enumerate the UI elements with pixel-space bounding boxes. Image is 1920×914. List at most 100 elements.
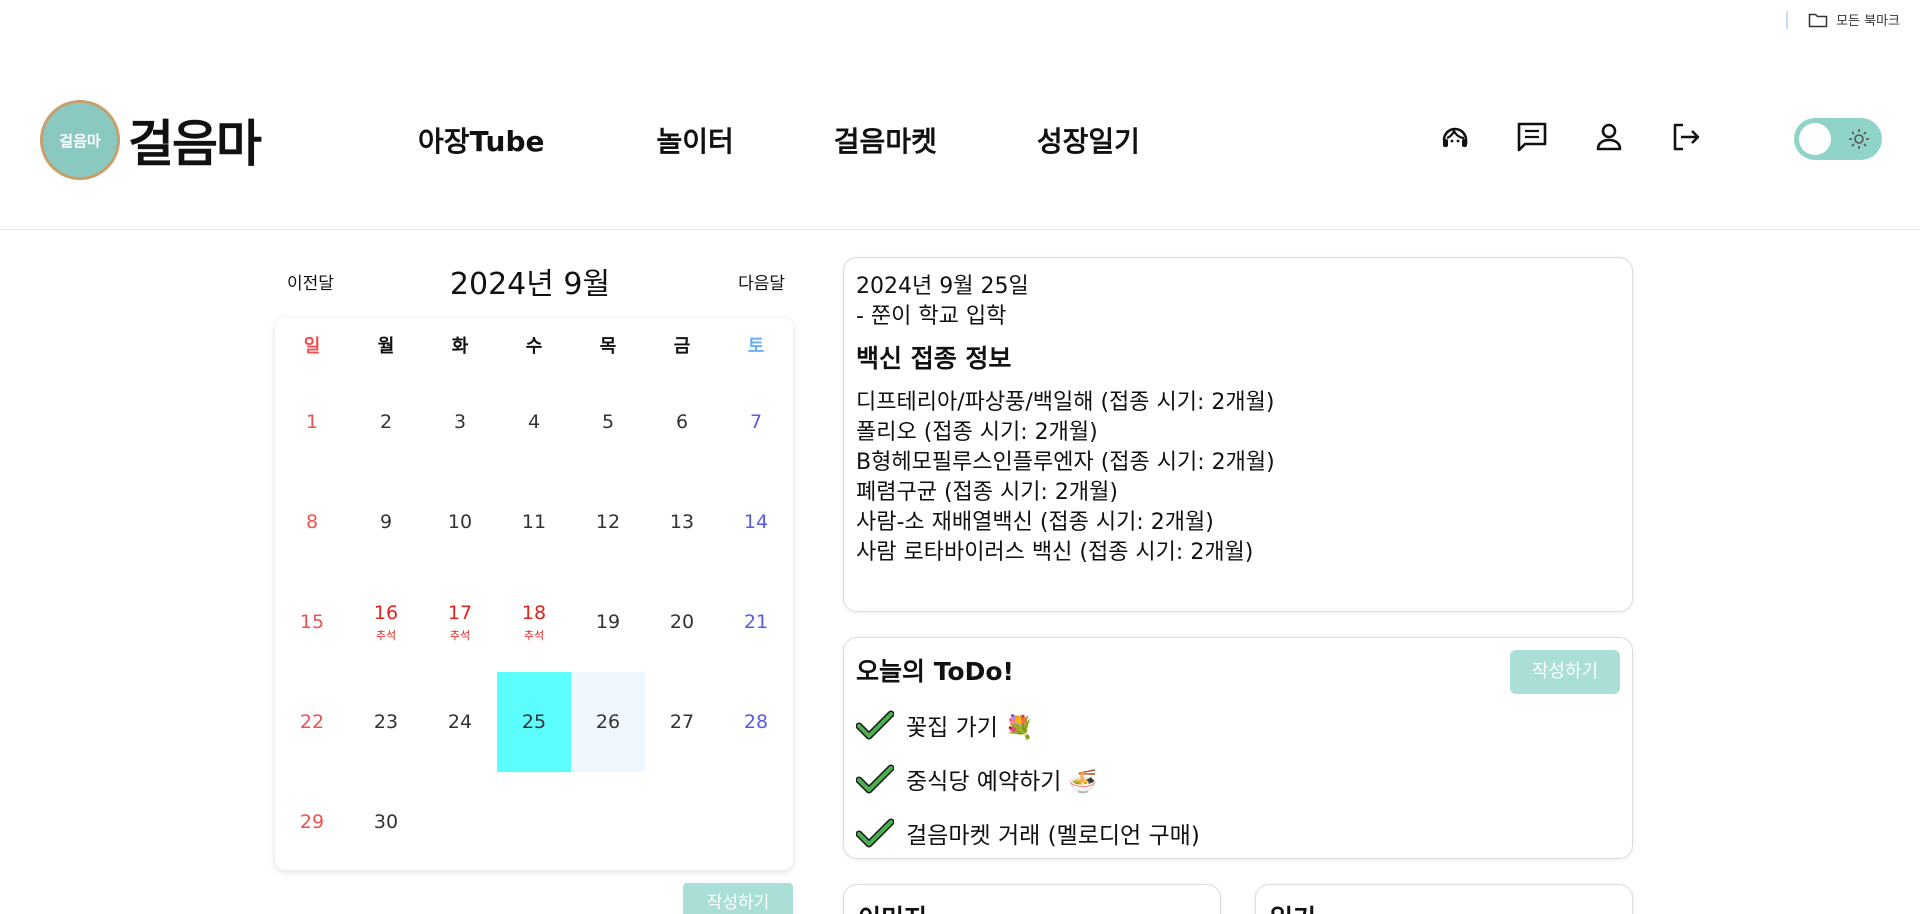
info-note: - 쭌이 학교 입학 [856,304,1007,329]
nav-item-playground[interactable]: 놀이터 [657,120,734,160]
calendar-day[interactable]: 20 [645,572,719,672]
calendar-header: 이전달 2024년 9월 다음달 [275,255,785,305]
profile-button[interactable] [1590,118,1628,156]
calendar-day[interactable]: 1 [275,372,349,472]
page: 모든 북마크 걸음마 걸음마 아장Tube 놀이터 걸음마켓 성장일기 이전달 … [0,0,1920,914]
calendar-day[interactable]: 5 [571,372,645,472]
calendar-day[interactable]: 21 [719,572,793,672]
calendar-day[interactable]: 15 [275,572,349,672]
calendar-day[interactable]: 23 [349,672,423,772]
calendar-day-number: 15 [299,611,325,633]
calendar-day-number: 24 [447,711,473,733]
diary-card-title: 일기 [1270,904,1316,914]
holiday-label: 추석 [449,628,471,642]
vaccine-item: B형헤모필루스인플루엔자 (접종 시기: 2개월) [856,450,1275,475]
image-card: 이미지 [843,884,1221,914]
todo-write-button[interactable]: 작성하기 [1510,650,1620,694]
calendar-day-number: 26 [595,711,621,733]
todo-item[interactable]: 걸음마켓 거래 (멜로디언 구매) [856,816,1620,850]
calendar-day[interactable]: 13 [645,472,719,572]
logo-badge-text: 걸음마 [59,131,101,150]
calendar-day[interactable]: 4 [497,372,571,472]
todo-title: 오늘의 ToDo! [856,657,1014,686]
headset-icon [1442,127,1468,147]
todo-item-label: 꽃집 가기 💐 [906,715,1034,741]
calendar-day-number: 19 [595,611,621,633]
calendar-day[interactable]: 9 [349,472,423,572]
calendar-day[interactable]: 11 [497,472,571,572]
calendar-day[interactable]: 14 [719,472,793,572]
weekday-label: 수 [525,336,543,357]
next-month-button[interactable]: 다음달 [738,269,785,294]
calendar-day[interactable]: 26 [571,672,645,772]
info-date: 2024년 9월 25일 [856,274,1029,299]
vaccine-title: 백신 접종 정보 [856,344,1012,373]
logout-button[interactable] [1667,118,1705,156]
todo-item[interactable]: 꽃집 가기 💐 [856,708,1620,742]
all-bookmarks-label: 모든 북마크 [1836,14,1900,29]
calendar-day-number: 11 [521,511,547,533]
calendar-day[interactable]: 24 [423,672,497,772]
calendar-day[interactable]: 8 [275,472,349,572]
calendar-day-number: 4 [527,411,541,433]
calendar-day-number: 6 [675,411,689,433]
calendar-day-number: 29 [299,811,325,833]
calendar-day[interactable]: 27 [645,672,719,772]
calendar-day[interactable]: 3 [423,372,497,472]
calendar-day[interactable]: 16 추석 [349,572,423,672]
nav-item-ajangtube[interactable]: 아장Tube [418,120,545,160]
holiday-label: 추석 [523,628,545,642]
calendar-day-number: 30 [373,811,399,833]
calendar-day-number: 14 [743,511,769,533]
calendar-day-number: 22 [299,711,325,733]
logo[interactable]: 걸음마 걸음마 [40,100,262,180]
calendar-day[interactable]: 10 [423,472,497,572]
calendar-day[interactable]: 17 추석 [423,572,497,672]
header-icons [1436,118,1705,156]
calendar-day[interactable]: 19 [571,572,645,672]
calendar-day[interactable]: 6 [645,372,719,472]
calendar-write-button[interactable]: 작성하기 [683,883,793,914]
holiday-label: 추석 [375,628,397,642]
check-icon [856,818,894,848]
calendar-title: 2024년 9월 [449,267,611,302]
vaccine-item: 디프테리아/파상풍/백일해 (접종 시기: 2개월) [856,390,1275,415]
calendar-day[interactable]: 7 [719,372,793,472]
chat-button[interactable] [1513,118,1551,156]
support-button[interactable] [1436,118,1474,156]
all-bookmarks-button[interactable]: 모든 북마크 [1808,10,1900,29]
calendar-day-number: 27 [669,711,695,733]
todo-item[interactable]: 중식당 예약하기 🍜 [856,762,1620,796]
logout-icon [1673,123,1700,151]
nav-item-growth-diary[interactable]: 성장일기 [1037,120,1140,160]
folder-icon [1808,13,1828,27]
vaccine-item: 사람 로타바이러스 백신 (접종 시기: 2개월) [856,540,1254,565]
weekday-label: 금 [673,336,691,357]
calendar-day[interactable]: 29 [275,772,349,872]
calendar-day[interactable]: 28 [719,672,793,772]
check-icon [856,764,894,794]
nav-item-market[interactable]: 걸음마켓 [834,120,937,160]
weekday-label: 목 [599,336,617,357]
calendar-day-number: 28 [743,711,769,733]
check-icon [856,710,894,740]
calendar-day[interactable]: 22 [275,672,349,772]
weekday-header: 일 월 화 수 목 금 토 [275,318,793,372]
calendar-day[interactable]: 18 추석 [497,572,571,672]
calendar-day-number: 20 [669,611,695,633]
toggle-knob [1799,123,1831,155]
chat-icon [1517,122,1547,152]
calendar-day[interactable]: 2 [349,372,423,472]
calendar-day-number: 16 [373,601,399,624]
theme-toggle[interactable] [1794,118,1882,160]
calendar-day-number: 13 [669,511,695,533]
calendar-day-number: 10 [447,511,473,533]
calendar-day[interactable]: 30 [349,772,423,872]
weekday-label: 화 [451,336,469,357]
calendar-day[interactable]: 25 [497,672,571,772]
calendar-day-number: 18 [521,601,547,624]
main-nav: 아장Tube 놀이터 걸음마켓 성장일기 [418,120,1240,160]
calendar-day-number: 8 [305,511,319,533]
calendar-day-number: 2 [379,411,393,433]
calendar-day[interactable]: 12 [571,472,645,572]
